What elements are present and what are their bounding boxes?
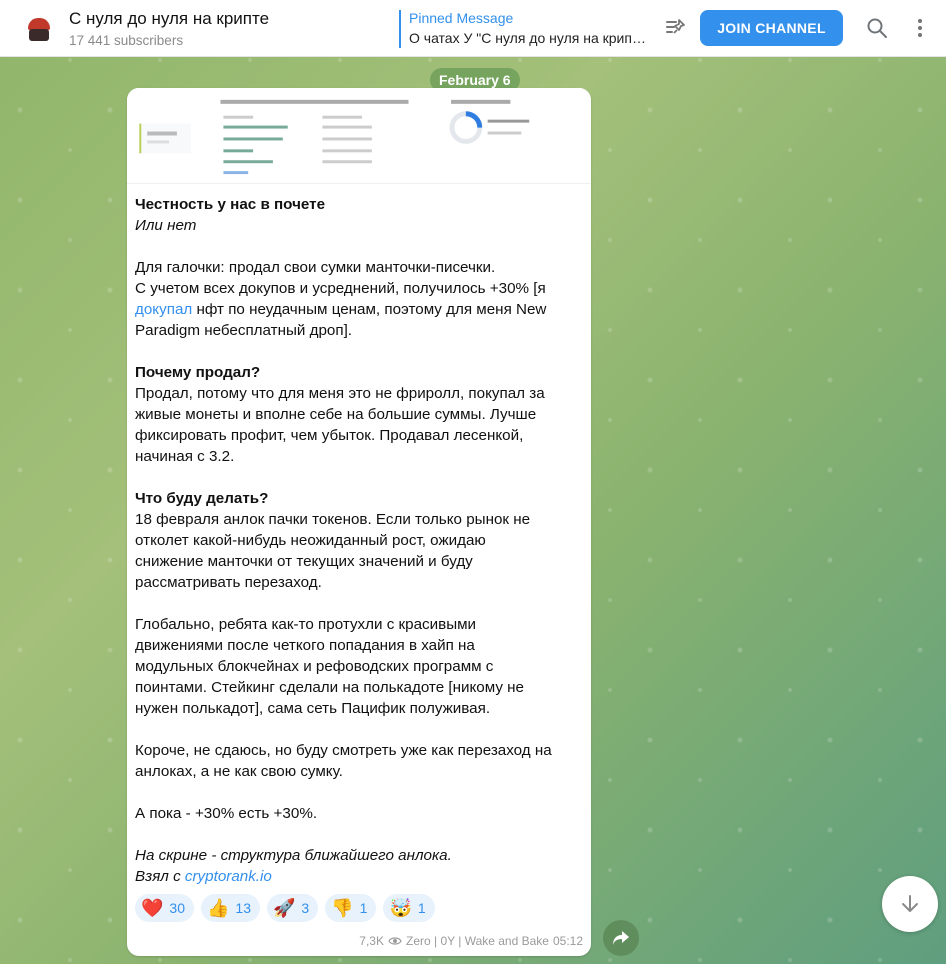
post-line: движениями после четкого попадания в хай… <box>135 637 475 654</box>
post-italic-text: Или нет <box>135 217 197 234</box>
post-line: отколет какой-нибудь неожиданный рост, о… <box>135 532 486 549</box>
post-line: Короче, не сдаюсь, но буду смотреть уже … <box>135 742 552 759</box>
post-line: нужен полькадот], сама сеть Пацифик полу… <box>135 700 491 717</box>
post-line: Что буду делать? <box>135 488 585 509</box>
pinned-text: О чатах У "С нуля до нуля на крипт… <box>409 30 649 46</box>
reaction-chip[interactable]: 👍 13 <box>201 894 260 922</box>
post-line: Для галочки: продал свои сумки манточки-… <box>135 259 496 276</box>
reaction-emoji-icon: 🤯 <box>389 898 412 918</box>
post-line: фиксировать профит, чем убыток. Продавал… <box>135 427 524 444</box>
views-count: 7,3K <box>359 934 384 948</box>
reaction-emoji-icon: 👎 <box>331 898 354 918</box>
reaction-chip[interactable]: 🚀 3 <box>267 894 319 922</box>
post-line: Глобально, ребята как-то протухли с крас… <box>135 616 477 633</box>
post-line: модульных блокчейнах и рефоводских прогр… <box>135 658 494 675</box>
more-vertical-icon[interactable] <box>912 16 928 40</box>
reaction-count: 1 <box>359 900 368 916</box>
channel-avatar[interactable] <box>22 11 56 45</box>
scroll-to-bottom-button[interactable] <box>882 876 938 932</box>
post-line: снижение манточки от текущих значений и … <box>135 553 473 570</box>
pinned-message[interactable]: Pinned Message О чатах У "С нуля до нуля… <box>399 10 649 48</box>
post-line: рассматривать перезаход. <box>135 574 322 591</box>
post-line: живые монеты и вполне себе на большие су… <box>135 406 537 423</box>
reaction-emoji-icon: 👍 <box>207 898 230 918</box>
pinned-label: Pinned Message <box>409 10 514 26</box>
share-icon <box>613 931 629 945</box>
post-line: поинтами. Стейкинг сделали на полькадоте… <box>135 679 524 696</box>
reaction-emoji-icon: 🚀 <box>273 898 296 918</box>
post-time: 05:12 <box>552 934 583 948</box>
post-text: Честность у нас в почете Или нет Для галоч… <box>135 194 585 887</box>
post-author: Zero | 0Y | Wake and Bake <box>405 934 549 948</box>
reaction-emoji-icon: ❤️ <box>141 898 164 918</box>
channel-title: С нуля до нуля на крипте <box>69 9 270 28</box>
reaction-chip[interactable]: ❤️ 30 <box>135 894 194 922</box>
reaction-chip[interactable]: 🤯 1 <box>383 894 435 922</box>
post-line: Paradigm небесплатный дроп]. <box>135 322 353 339</box>
post-link[interactable]: докупал <box>135 301 192 318</box>
reaction-count: 3 <box>301 900 310 916</box>
pin-list-icon[interactable] <box>664 16 688 40</box>
channel-info[interactable]: С нуля до нуля на крипте 17 441 subscrib… <box>69 9 269 48</box>
post-heading: Честность у нас в почете <box>135 196 326 213</box>
post-image[interactable] <box>127 88 591 184</box>
post-line: Взял с cryptorank.io <box>135 866 585 887</box>
reaction-chip[interactable]: 👎 1 <box>325 894 377 922</box>
post-heading: Что буду делать? <box>135 490 269 507</box>
reaction-count: 30 <box>169 900 185 916</box>
reactions-bar: ❤️ 30 👍 13 🚀 3 👎 1 🤯 1 <box>135 894 435 922</box>
post-line: А пока - +30% есть +30%. <box>135 805 318 822</box>
search-icon[interactable] <box>866 17 888 39</box>
post-line: анлоках, а не как свою сумку. <box>135 763 343 780</box>
post-line: Почему продал? <box>135 362 585 383</box>
source-link[interactable]: cryptorank.io <box>185 868 272 885</box>
post-italic-text: На скрине - структура ближайшего анлока. <box>135 847 452 864</box>
post-source: Взял с cryptorank.io <box>135 868 272 885</box>
eye-icon <box>388 937 402 945</box>
chat-header: С нуля до нуля на крипте 17 441 subscrib… <box>0 0 946 57</box>
channel-subscribers: 17 441 subscribers <box>69 33 184 48</box>
post-line: начиная с 3.2. <box>135 448 235 465</box>
post-line: 18 февраля анлок пачки токенов. Если тол… <box>135 511 531 528</box>
post-meta: 7,3K Zero | 0Y | Wake and Bake 05:12 <box>359 934 583 948</box>
channel-post[interactable]: Честность у нас в почете Или нет Для галоч… <box>127 88 591 956</box>
join-channel-button[interactable]: JOIN CHANNEL <box>700 10 843 46</box>
post-line: С учетом всех докупов и усреднений, полу… <box>135 280 546 297</box>
reaction-count: 1 <box>417 900 426 916</box>
arrow-down-icon <box>902 895 918 912</box>
reaction-count: 13 <box>235 900 251 916</box>
post-line: Или нет <box>135 215 585 236</box>
share-button[interactable] <box>603 920 639 956</box>
post-line: Продал, потому что для меня это не фриро… <box>135 385 545 402</box>
post-line: Честность у нас в почете <box>135 194 585 215</box>
post-line: докупал нфт по неудачным ценам, поэтому … <box>135 301 547 318</box>
post-heading: Почему продал? <box>135 364 261 381</box>
post-line: На скрине - структура ближайшего анлока. <box>135 845 585 866</box>
